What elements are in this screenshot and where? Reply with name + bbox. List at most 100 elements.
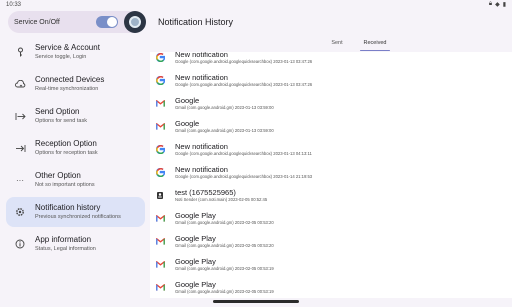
status-bar: 10:33 🔒︎ ◆ ▮ (0, 0, 512, 9)
notification-row[interactable]: Google Play Gmail (com.google.android.gm)… (150, 276, 512, 298)
gmail-icon (155, 214, 165, 224)
notification-row[interactable]: Google Play Gmail (com.google.android.gm)… (150, 207, 512, 230)
lock-icon: 🔒︎ (488, 1, 493, 7)
tab-sent[interactable]: Sent (318, 37, 356, 51)
sidebar-item-subtitle: Options for reception task (35, 150, 98, 156)
settings-sidebar: Service On/Off Service & Account Service… (0, 9, 150, 307)
notification-source-time: Gmail (com.google.android.gm) 2023-02-05… (175, 266, 274, 271)
gmail-icon (155, 122, 165, 132)
notification-text: New notification Google (com.google.andro… (175, 52, 312, 65)
more-icon: ··· (16, 175, 24, 185)
sidebar-item-connected-devices[interactable]: Connected Devices Real-time synchronizat… (6, 69, 145, 99)
notification-source-time: Google (com.google.android.googlequickse… (175, 174, 313, 179)
notification-title: test (1675525965) (175, 188, 236, 197)
sidebar-item-subtitle: Service toggle, Login (35, 54, 87, 60)
receive-arrow-icon (12, 144, 28, 153)
battery-icon: ▮ (502, 2, 506, 8)
notification-row[interactable]: Google Play Gmail (com.google.android.gm)… (150, 253, 512, 276)
page-title: Notification History (158, 17, 234, 27)
notification-source-time: Gmail (com.google.android.gm) 2023-02-05… (175, 243, 274, 248)
sidebar-item-title: Other Option (35, 171, 81, 180)
notification-text: Google Gmail (com.google.android.gm) 2023… (175, 96, 274, 111)
gmail-icon (155, 283, 165, 293)
sidebar-item-subtitle: Previous synchronized notifications (35, 214, 121, 220)
sidebar-item-title: Connected Devices (35, 75, 105, 84)
notification-title: Google Play (175, 257, 216, 266)
notification-row[interactable]: New notification Google (com.google.andro… (150, 52, 512, 69)
sidebar-item-title: Notification history (35, 203, 101, 212)
sidebar-item-subtitle: Options for send task (35, 118, 87, 124)
google-icon (155, 53, 165, 63)
notification-source-time: Google (com.google.android.googlequickse… (175, 151, 312, 156)
notification-row[interactable]: Google Play Gmail (com.google.android.gm)… (150, 230, 512, 253)
sidebar-item-send-option[interactable]: Send Option Options for send task (6, 101, 145, 131)
notification-title: Google Play (175, 234, 216, 243)
sidebar-item-notification-history[interactable]: Notification history Previous synchroniz… (6, 197, 145, 227)
status-time: 10:33 (6, 1, 22, 8)
key-icon (12, 47, 28, 57)
cloud-sync-icon (12, 79, 28, 89)
sidebar-item-service-account[interactable]: Service & Account Service toggle, Login (6, 37, 145, 67)
sidebar-item-title: Service & Account (35, 43, 100, 52)
sidebar-item-subtitle: Real-time synchronization (35, 86, 99, 92)
notification-source-time: Noti Sender (com.noti.main) 2023-02-05 0… (175, 197, 268, 202)
notification-text: Google Play Gmail (com.google.android.gm)… (175, 257, 274, 272)
notification-title: New notification (175, 73, 228, 82)
notification-row[interactable]: test (1675525965) Noti Sender (com.noti.m… (150, 184, 512, 207)
notification-title: Google Play (175, 280, 216, 289)
sidebar-item-subtitle: Status, Legal information (35, 246, 96, 252)
gmail-icon (155, 99, 165, 109)
google-icon (155, 168, 165, 178)
notification-text: New notification Google (com.google.andro… (175, 165, 312, 180)
wifi-icon: ◆ (495, 2, 500, 8)
settings-icon (12, 207, 28, 217)
notification-history-pane: Notification History Sent Received New n… (150, 9, 512, 307)
notification-title: Google Play (175, 211, 216, 220)
sidebar-item-reception-option[interactable]: Reception Option Options for reception t… (6, 133, 145, 163)
notification-text: test (1675525965) Noti Sender (com.noti.m… (175, 188, 267, 203)
service-toggle-switch[interactable] (96, 16, 118, 28)
gmail-icon (155, 237, 165, 247)
notification-title: Google (175, 96, 200, 105)
notification-text: Google Play Gmail (com.google.android.gm)… (175, 280, 274, 295)
notification-list[interactable]: New notification Google (com.google.andro… (150, 52, 512, 298)
notification-row[interactable]: Google Gmail (com.google.android.gm) 2023… (150, 115, 512, 138)
notification-source-time: Google (com.google.android.googlequickse… (175, 82, 313, 87)
sidebar-item-other-option[interactable]: ··· Other Option Not so important option… (6, 165, 145, 195)
notification-text: Google Play Gmail (com.google.android.gm)… (175, 211, 274, 226)
notification-row[interactable]: New notification Google (com.google.andro… (150, 69, 512, 92)
avatar-image (129, 16, 141, 28)
notification-source-time: Gmail (com.google.android.gm) 2023-02-05… (175, 220, 274, 225)
gesture-handle[interactable] (213, 300, 299, 303)
history-tabs: Sent Received (150, 37, 512, 51)
google-icon (155, 145, 165, 155)
noti-sender-icon (155, 191, 165, 201)
notification-source-time: Gmail (com.google.android.gm) 2023-01-13… (175, 105, 274, 110)
send-arrow-icon (12, 112, 28, 121)
notification-source-time: Gmail (com.google.android.gm) 2023-02-05… (175, 289, 274, 294)
tab-received[interactable]: Received (356, 37, 394, 51)
notification-text: New notification Google (com.google.andro… (175, 73, 312, 88)
notification-source-time: Google (com.google.android.googlequickse… (175, 59, 313, 64)
notification-source-time: Gmail (com.google.android.gm) 2023-01-13… (175, 128, 274, 133)
gmail-icon (155, 260, 165, 270)
notification-title: Google (175, 119, 200, 128)
notification-text: Google Gmail (com.google.android.gm) 2023… (175, 119, 274, 134)
google-icon (155, 76, 165, 86)
service-toggle-label: Service On/Off (14, 18, 60, 26)
sidebar-item-subtitle: Not so important options (35, 182, 95, 188)
notification-title: New notification (175, 142, 228, 151)
notification-row[interactable]: New notification Google (com.google.andro… (150, 161, 512, 184)
notification-title: New notification (175, 165, 228, 174)
notification-row[interactable]: Google Gmail (com.google.android.gm) 2023… (150, 92, 512, 115)
notification-text: New notification Google (com.google.andro… (175, 142, 312, 157)
notification-title: New notification (175, 52, 228, 59)
sidebar-item-title: Send Option (35, 107, 80, 116)
avatar[interactable] (124, 11, 146, 33)
notification-row[interactable]: New notification Google (com.google.andro… (150, 138, 512, 161)
sidebar-item-app-information[interactable]: App information Status, Legal informatio… (6, 229, 145, 259)
info-icon (12, 239, 28, 249)
status-icons: 🔒︎ ◆ ▮ (489, 1, 506, 8)
notification-text: Google Play Gmail (com.google.android.gm)… (175, 234, 274, 249)
sidebar-item-title: Reception Option (35, 139, 97, 148)
